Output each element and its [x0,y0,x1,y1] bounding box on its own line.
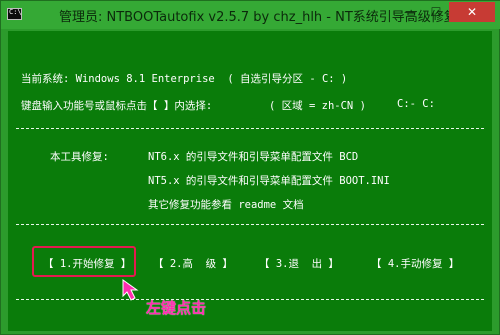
console-icon[interactable] [7,8,22,20]
separator-top [16,128,484,129]
menu-manual-repair[interactable]: 【 4.手动修复 】 [371,256,459,271]
click-instruction: 左键点击 [146,299,207,317]
separator-middle [16,224,484,225]
start-repair-highlight [32,246,136,277]
minimize-button[interactable]: — [397,2,423,22]
pointer-arrow-icon [122,279,139,301]
menu-advanced[interactable]: 【 2.高 级 】 [153,256,233,271]
intro-line-3: 其它修复功能参看 readme 文档 [148,199,304,211]
close-button[interactable]: ✕ [449,2,495,22]
intro-label: 本工具修复: [50,151,109,163]
system-status-line: 当前系统: Windows 8.1 Enterprise ( 自选引导分区 - … [21,73,348,85]
console-window: 管理员: NTBOOTautofix v2.5.7 by chz_hlh - N… [0,0,500,335]
separator-bottom [16,299,484,300]
title-bar[interactable]: 管理员: NTBOOTautofix v2.5.7 by chz_hlh - N… [1,1,500,29]
menu-exit[interactable]: 【 3.退 出 】 [259,256,339,271]
prompt-line: 键盘输入功能号或鼠标点击【 】内选择: ( 区域 = zh-CN ) [21,100,366,112]
window-controls: — ☐ ✕ [397,2,495,22]
drive-hint: C:- C: [397,98,435,110]
console-area: 当前系统: Windows 8.1 Enterprise ( 自选引导分区 - … [8,31,492,331]
intro-line-1: NT6.x 的引导文件和引导菜单配置文件 BCD [148,151,359,163]
maximize-button[interactable]: ☐ [423,2,449,22]
intro-line-2: NT5.x 的引导文件和引导菜单配置文件 BOOT.INI [148,175,390,187]
